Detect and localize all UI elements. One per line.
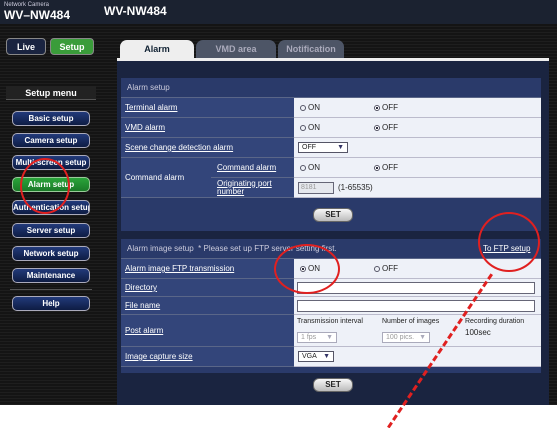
off-label: OFF [382, 163, 398, 172]
command-alarm-off[interactable]: OFF [374, 163, 398, 172]
chevron-down-icon: ▼ [326, 334, 333, 341]
command-alarm-on[interactable]: ON [300, 163, 320, 172]
tab-alarm[interactable]: Alarm [120, 40, 194, 58]
scene-change-label[interactable]: Scene change detection alarm [121, 138, 294, 158]
chevron-down-icon: ▼ [337, 144, 344, 151]
sidebar-item-help[interactable]: Help [12, 296, 90, 311]
terminal-alarm-options: ON OFF [294, 98, 541, 118]
command-alarm-label[interactable]: Command alarm [211, 158, 294, 178]
directory-label[interactable]: Directory [121, 279, 294, 297]
transmission-interval-label: Transmission interval [297, 318, 363, 325]
radio-icon [300, 124, 306, 131]
on-label: ON [308, 163, 320, 172]
images-value: 100 pics. [386, 334, 415, 341]
vmd-alarm-options: ON OFF [294, 118, 541, 138]
recording-duration-value: 100sec [465, 328, 491, 337]
sidebar-item-camera-setup[interactable]: Camera setup [12, 133, 90, 148]
vmd-alarm-off[interactable]: OFF [374, 123, 398, 132]
setup-menu-title: Setup menu [6, 86, 96, 100]
chevron-down-icon: ▼ [323, 353, 330, 360]
capture-size-value: VGA [302, 353, 317, 360]
off-label: OFF [382, 123, 398, 132]
on-label: ON [308, 103, 320, 112]
file-name-label[interactable]: File name [121, 297, 294, 315]
capture-size-select[interactable]: VGA ▼ [298, 351, 334, 362]
terminal-alarm-off[interactable]: OFF [374, 103, 398, 112]
interval-value: 1 fps [301, 334, 317, 341]
originating-port-input[interactable]: 8181 [298, 181, 334, 194]
tab-vmd-area[interactable]: VMD area [196, 40, 276, 58]
command-alarm-group-label: Command alarm [121, 158, 211, 198]
radio-icon [300, 164, 306, 171]
sidebar-item-network-setup[interactable]: Network setup [12, 246, 90, 261]
scene-change-value: OFF [302, 144, 316, 151]
recording-duration-label: Recording duration [465, 318, 525, 325]
file-name-input[interactable] [297, 299, 535, 312]
terminal-alarm-label[interactable]: Terminal alarm [121, 98, 294, 118]
post-alarm-label[interactable]: Post alarm [121, 315, 294, 347]
number-of-images-label: Number of images [382, 318, 440, 325]
sidebar-item-basic-setup[interactable]: Basic setup [12, 111, 90, 126]
radio-selected-icon [374, 104, 380, 111]
capture-size-label[interactable]: Image capture size [121, 347, 294, 367]
scene-change-select[interactable]: OFF ▼ [298, 142, 348, 153]
number-of-images-select[interactable]: 100 pics. ▼ [382, 332, 430, 343]
setup-button[interactable]: Setup [50, 38, 94, 55]
capture-size-cell: VGA ▼ [294, 347, 541, 367]
terminal-alarm-on[interactable]: ON [300, 103, 320, 112]
alarm-set-button[interactable]: SET [313, 208, 353, 222]
live-button[interactable]: Live [6, 38, 46, 55]
section-title: Alarm setup [121, 78, 541, 98]
originating-port-label[interactable]: Originating port number [211, 178, 294, 198]
model-title: WV-NW484 [104, 4, 167, 18]
originating-port-cell: 8181 (1-65535) [294, 178, 541, 198]
header-right: WV-NW484 [100, 0, 557, 24]
radio-icon [300, 104, 306, 111]
file-name-cell [294, 297, 541, 315]
scene-change-cell: OFF ▼ [294, 138, 541, 158]
model-name: WV–NW484 [4, 8, 71, 22]
radio-icon [374, 265, 380, 272]
radio-selected-icon [374, 164, 380, 171]
sidebar-divider [10, 289, 92, 290]
annotation-circle-ftp-link [478, 212, 540, 272]
annotation-circle-ftp-on [274, 244, 340, 294]
image-set-button[interactable]: SET [313, 378, 353, 392]
section-title: Alarm image setup [127, 244, 194, 253]
header-left: Network Camera WV–NW484 [0, 0, 100, 24]
port-range-hint: (1-65535) [338, 183, 373, 192]
vmd-alarm-on[interactable]: ON [300, 123, 320, 132]
ftp-transmission-off[interactable]: OFF [374, 264, 398, 273]
vmd-alarm-label[interactable]: VMD alarm [121, 118, 294, 138]
off-label: OFF [382, 264, 398, 273]
chevron-down-icon: ▼ [419, 334, 426, 341]
sidebar-item-server-setup[interactable]: Server setup [12, 223, 90, 238]
sidebar-item-maintenance[interactable]: Maintenance [12, 268, 90, 283]
radio-selected-icon [374, 124, 380, 131]
command-alarm-options: ON OFF [294, 158, 541, 178]
off-label: OFF [382, 103, 398, 112]
post-alarm-cell: Transmission interval 1 fps ▼ Number of i… [294, 315, 541, 347]
transmission-interval-select[interactable]: 1 fps ▼ [297, 332, 337, 343]
ftp-transmission-label[interactable]: Alarm image FTP transmission [121, 259, 294, 279]
on-label: ON [308, 123, 320, 132]
tab-notification[interactable]: Notification [278, 40, 344, 58]
annotation-circle-alarm-setup [20, 158, 70, 214]
